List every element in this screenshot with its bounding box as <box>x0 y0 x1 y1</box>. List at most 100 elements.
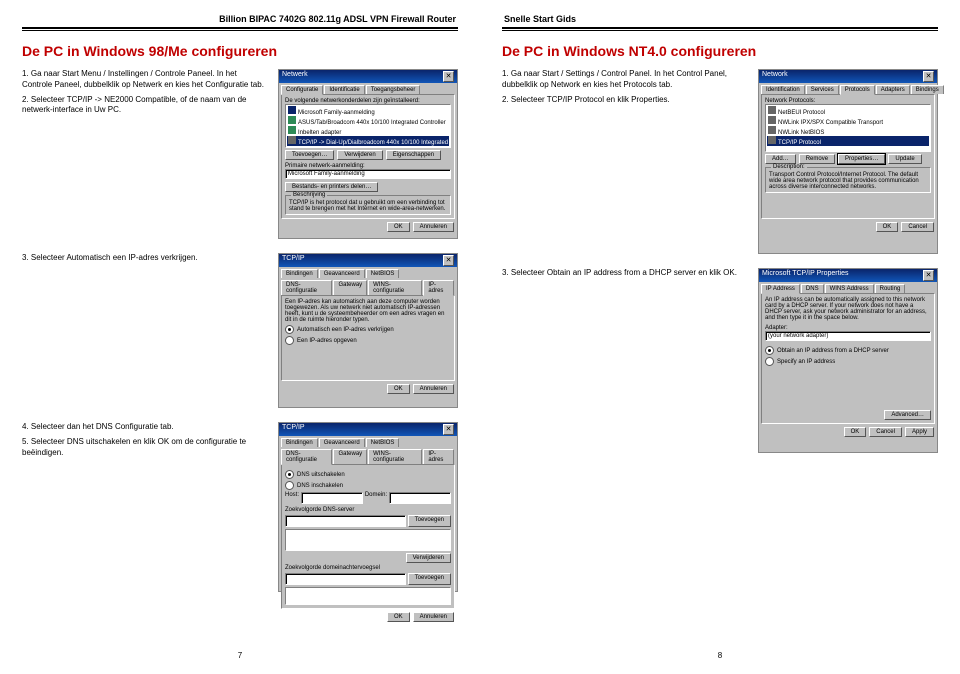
section-title-right: De PC in Windows NT4.0 configureren <box>502 43 938 59</box>
cancel-button[interactable]: Annuleren <box>413 384 454 394</box>
dlg-title: TCP/IP <box>282 424 305 435</box>
tab-configuratie[interactable]: Configuratie <box>281 85 323 95</box>
tab-dns[interactable]: DNS-configuratie <box>281 449 332 465</box>
screenshot-tcpip-dns: TCP/IP ✕ Bindingen Geavanceerd NetBIOS DN… <box>278 422 458 592</box>
tab-dns[interactable]: DNS-configuratie <box>281 280 332 295</box>
screenshot-nt-tcpip: Microsoft TCP/IP Properties✕ IP Address … <box>758 268 938 453</box>
remove-button[interactable]: Remove <box>799 154 835 164</box>
page-number: 8 <box>718 651 722 660</box>
ok-button[interactable]: OK <box>387 612 410 622</box>
step-5: 5. Selecteer DNS uitschakelen en klik OK… <box>22 437 266 459</box>
tab-wins[interactable]: WINS-configuratie <box>368 449 422 464</box>
tab-wins[interactable]: WINS-configuratie <box>368 280 422 295</box>
description-text: TCP/IP is het protocol dat u gebruikt om… <box>289 200 447 212</box>
tab-geavanceerd[interactable]: Geavanceerd <box>319 269 365 278</box>
desc-text: An IP address can be automatically assig… <box>765 297 931 321</box>
ok-button[interactable]: OK <box>387 222 410 232</box>
tab-toegangsbeheer[interactable]: Toegangsbeheer <box>366 85 421 94</box>
step-4: 4. Selecteer dan het DNS Configuratie ta… <box>22 422 266 433</box>
list-protocols[interactable]: NetBEUI Protocol NWLink IPX/SPX Compatib… <box>765 104 931 152</box>
tab-netbios[interactable]: NetBIOS <box>366 438 400 447</box>
ok-button[interactable]: OK <box>844 427 867 437</box>
tab-geavanceerd[interactable]: Geavanceerd <box>319 438 365 447</box>
tab-services[interactable]: Services <box>806 85 839 94</box>
dlg-title: TCP/IP <box>282 255 305 266</box>
radio-auto-ip[interactable]: Automatisch een IP-adres verkrijgen <box>285 325 451 334</box>
close-icon[interactable]: ✕ <box>443 424 454 435</box>
dns-order-input[interactable] <box>285 515 406 527</box>
properties-button[interactable]: Eigenschappen <box>386 150 441 160</box>
close-icon[interactable]: ✕ <box>923 270 934 281</box>
tab-identification[interactable]: Identification <box>761 85 805 94</box>
tab-gateway[interactable]: Gateway <box>333 280 367 295</box>
step-2: 2. Selecteer TCP/IP -> NE2000 Compatible… <box>22 95 266 117</box>
close-icon[interactable]: ✕ <box>443 255 454 266</box>
cancel-button[interactable]: Annuleren <box>413 612 454 622</box>
step-3: 3. Selecteer Obtain an IP address from a… <box>502 268 746 279</box>
cancel-button[interactable]: Cancel <box>901 222 934 232</box>
screenshot-network-config: Netwerk ✕ Configuratie Identificatie Toeg… <box>278 69 458 239</box>
dlg-title: Microsoft TCP/IP Properties <box>762 270 849 281</box>
tab-netbios[interactable]: NetBIOS <box>366 269 400 278</box>
step-3: 3. Selecteer Automatisch een IP-adres ve… <box>22 253 266 264</box>
step-1: 1. Ga naar Start Menu / Instellingen / C… <box>22 69 266 91</box>
radio-dns-disable[interactable]: DNS uitschakelen <box>285 470 451 479</box>
add-button-2[interactable]: Toevoegen <box>408 573 451 585</box>
dlg-title: Network <box>762 71 788 82</box>
radio-specify-ip[interactable]: Een IP-adres opgeven <box>285 336 451 345</box>
apply-button[interactable]: Apply <box>905 427 934 437</box>
tab-routing[interactable]: Routing <box>875 284 906 293</box>
remove-button[interactable]: Verwijderen <box>406 553 451 563</box>
tab-bindingen[interactable]: Bindingen <box>281 438 318 447</box>
tab-wins[interactable]: WINS Address <box>825 284 874 293</box>
list-components[interactable]: Microsoft Family-aanmelding ASUS/Tab/Bro… <box>285 104 451 148</box>
suffix-input[interactable] <box>285 573 406 585</box>
page-right: Snelle Start Gids De PC in Windows NT4.0… <box>480 0 960 674</box>
add-button[interactable]: Add… <box>765 154 796 164</box>
share-button[interactable]: Bestands- en printers delen… <box>285 182 378 192</box>
page-number: 7 <box>238 651 242 660</box>
step-2: 2. Selecteer TCP/IP Protocol en klik Pro… <box>502 95 746 106</box>
page-left: Billion BIPAC 7402G 802.11g ADSL VPN Fir… <box>0 0 480 674</box>
description-text: Transport Control Protocol/Internet Prot… <box>769 172 927 190</box>
screenshot-tcpip-ip: TCP/IP ✕ Bindingen Geavanceerd NetBIOS DN… <box>278 253 458 408</box>
header-right: Snelle Start Gids <box>502 14 938 27</box>
tab-bindingen[interactable]: Bindingen <box>281 269 318 278</box>
radio-dhcp[interactable]: Obtain an IP address from a DHCP server <box>765 346 931 355</box>
radio-dns-enable[interactable]: DNS inschakelen <box>285 481 451 490</box>
tab-protocols[interactable]: Protocols <box>840 85 875 95</box>
add-button[interactable]: Toevoegen… <box>285 150 334 160</box>
tab-ipaddress[interactable]: IP Address <box>761 284 800 294</box>
tab-dns[interactable]: DNS <box>801 284 824 293</box>
update-button[interactable]: Update <box>888 154 921 164</box>
suffix-list[interactable] <box>285 587 451 605</box>
dlg-title: Netwerk <box>282 71 308 82</box>
properties-button[interactable]: Properties… <box>838 154 885 164</box>
remove-button[interactable]: Verwijderen <box>337 150 382 160</box>
ok-button[interactable]: OK <box>876 222 899 232</box>
host-input[interactable] <box>301 492 363 504</box>
cancel-button[interactable]: Cancel <box>869 427 902 437</box>
tab-adapters[interactable]: Adapters <box>876 85 910 94</box>
close-icon[interactable]: ✕ <box>443 71 454 82</box>
close-icon[interactable]: ✕ <box>923 71 934 82</box>
tab-ipadres[interactable]: IP-adres <box>423 280 454 296</box>
domain-input[interactable] <box>389 492 451 504</box>
select-adapter[interactable]: (your network adapter) <box>765 331 931 341</box>
cancel-button[interactable]: Annuleren <box>413 222 454 232</box>
screenshot-nt-network: Network ✕ Identification Services Protoco… <box>758 69 938 254</box>
tab-ipadres[interactable]: IP-adres <box>423 449 454 464</box>
tab-gateway[interactable]: Gateway <box>333 449 367 464</box>
header-left: Billion BIPAC 7402G 802.11g ADSL VPN Fir… <box>22 14 458 27</box>
tab-identificatie[interactable]: Identificatie <box>324 85 364 94</box>
select-primary-login[interactable]: Microsoft Family-aanmelding <box>285 169 451 179</box>
advanced-button[interactable]: Advanced… <box>884 410 931 420</box>
dns-list[interactable] <box>285 529 451 551</box>
desc-text: Een IP-adres kan automatisch aan deze co… <box>285 299 451 323</box>
tab-bindings[interactable]: Bindings <box>911 85 944 94</box>
add-button[interactable]: Toevoegen <box>408 515 451 527</box>
radio-specify-ip[interactable]: Specify an IP address <box>765 357 931 366</box>
section-title-left: De PC in Windows 98/Me configureren <box>22 43 458 59</box>
step-1: 1. Ga naar Start / Settings / Control Pa… <box>502 69 746 91</box>
ok-button[interactable]: OK <box>387 384 410 394</box>
